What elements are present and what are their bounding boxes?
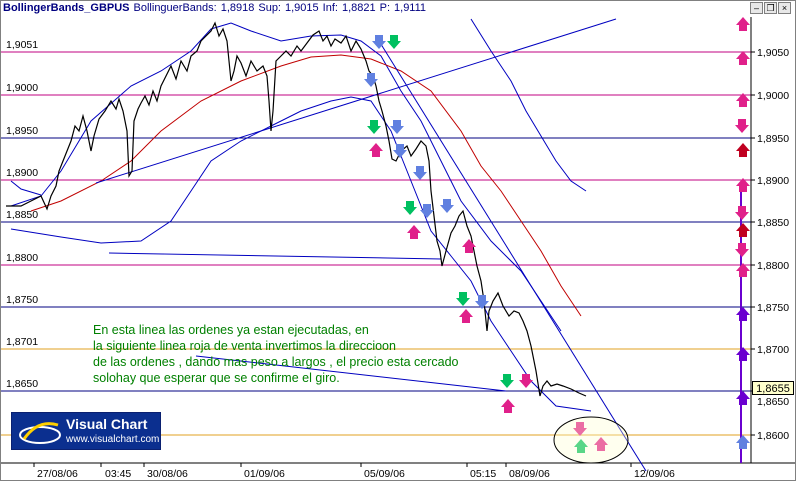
time-label: 01/09/06 xyxy=(244,468,285,480)
minimize-icon: – xyxy=(753,3,759,13)
arrow-down-blue xyxy=(440,199,454,213)
inf-label: Inf: xyxy=(322,2,338,14)
left-price-label: 1,8850 xyxy=(6,209,38,221)
close-icon: × xyxy=(781,3,788,13)
highlight-ellipse xyxy=(553,416,629,464)
arrow-down-blue xyxy=(420,204,434,218)
left-price-label: 1,8701 xyxy=(6,336,38,348)
arrow-up-blue xyxy=(736,435,750,449)
arrow-down-pink xyxy=(735,243,749,257)
sup-label: Sup: xyxy=(258,2,281,14)
last-price-badge: 1,8655 xyxy=(752,381,794,395)
right-price-label: 1,8800 xyxy=(757,260,789,272)
arrow-down-green xyxy=(367,120,381,134)
arrow-up-red xyxy=(736,223,750,237)
sup-value: 1,9015 xyxy=(285,2,319,14)
arrow-down-blue xyxy=(372,35,386,49)
restore-icon: ❐ xyxy=(766,3,775,13)
chart-annotation: En esta linea las ordenes ya estan ejecu… xyxy=(93,322,523,386)
bollinger-band-left xyxy=(10,180,42,196)
left-price-label: 1,8750 xyxy=(6,294,38,306)
left-price-label: 1,8900 xyxy=(6,167,38,179)
arrow-down-green xyxy=(387,35,401,49)
indicator-name: BollingerBands_GBPUS xyxy=(3,2,130,14)
right-price-label: 1,9050 xyxy=(757,47,789,59)
logo-title: Visual Chart xyxy=(66,416,148,432)
arrow-up-pink xyxy=(407,225,421,239)
time-labels: 27/08/06 03:45 30/08/06 01/09/06 05/09/0… xyxy=(37,468,675,480)
arrow-down-pink xyxy=(735,206,749,220)
time-ticks xyxy=(33,463,632,467)
p-label: P: xyxy=(379,2,391,14)
arrow-up-pink xyxy=(501,399,515,413)
indicator-legend: BollingerBands_GBPUS BollinguerBands: 1,89… xyxy=(1,1,795,17)
trend-line-horizontal xyxy=(108,252,442,260)
arrow-up-pink xyxy=(459,309,473,323)
right-price-label: 1,8650 xyxy=(757,396,789,408)
indicator-value: 1,8918 xyxy=(220,2,255,14)
arrow-up-purple xyxy=(736,391,750,405)
arrow-up-pink xyxy=(369,143,383,157)
logo-url: www.visualchart.com xyxy=(66,434,160,445)
right-price-label: 1,8900 xyxy=(757,175,789,187)
price-chart[interactable]: 1,9051 1,9000 1,8950 1,8900 1,8850 1,880… xyxy=(1,1,795,480)
left-price-labels: 1,9051 1,9000 1,8950 1,8900 1,8850 1,880… xyxy=(6,39,38,390)
arrow-down-pink xyxy=(735,119,749,133)
right-price-label: 1,8850 xyxy=(757,217,789,229)
right-price-label: 1,8700 xyxy=(757,344,789,356)
time-label: 08/09/06 xyxy=(509,468,550,480)
arrow-up-pink xyxy=(736,51,750,65)
inf-value: 1,8821 xyxy=(341,2,376,14)
left-price-label: 1,8800 xyxy=(6,252,38,264)
left-price-label: 1,8950 xyxy=(6,125,38,137)
arrow-up-pink xyxy=(736,17,750,31)
left-price-label: 1,9000 xyxy=(6,82,38,94)
visual-chart-logo: Visual Chart www.visualchart.com xyxy=(11,412,161,450)
chart-window[interactable]: 1,9051 1,9000 1,8950 1,8900 1,8850 1,880… xyxy=(0,0,796,481)
annotation-line: solohay que esperar que se confirme el g… xyxy=(93,371,340,385)
right-price-label: 1,8750 xyxy=(757,302,789,314)
right-strip-arrows xyxy=(735,17,750,463)
annotation-line: de las ordenes , dando mas peso a largos… xyxy=(93,355,459,369)
arrow-down-green xyxy=(456,292,470,306)
arrow-down-blue xyxy=(413,166,427,180)
right-price-label: 1,8600 xyxy=(757,430,789,442)
time-label: 05:15 xyxy=(470,468,496,480)
moving-average-line xyxy=(30,54,582,317)
arrow-down-blue xyxy=(390,120,404,134)
right-price-label: 1,9000 xyxy=(757,90,789,102)
time-label: 03:45 xyxy=(105,468,131,480)
arrow-down-green xyxy=(403,201,417,215)
time-label: 27/08/06 xyxy=(37,468,78,480)
arrow-down-blue xyxy=(393,144,407,158)
annotation-line: la siguiente linea roja de venta inverti… xyxy=(93,339,396,353)
p-value: 1,9111 xyxy=(394,2,427,14)
arrow-up-red xyxy=(736,143,750,157)
bollinger-band-right xyxy=(470,18,587,192)
time-label: 05/09/06 xyxy=(364,468,405,480)
close-button[interactable]: × xyxy=(778,2,791,14)
bollinger-upper-band xyxy=(10,22,562,332)
trend-line-ascending xyxy=(95,18,617,184)
time-label: 12/09/06 xyxy=(634,468,675,480)
indicator-label: BollinguerBands: xyxy=(133,2,217,14)
restore-button[interactable]: ❐ xyxy=(764,2,777,14)
right-price-label: 1,8950 xyxy=(757,133,789,145)
logo-swoosh-icon xyxy=(19,422,61,444)
time-label: 30/08/06 xyxy=(147,468,188,480)
arrow-up-purple xyxy=(736,307,750,321)
annotation-line: En esta linea las ordenes ya estan ejecu… xyxy=(93,323,369,337)
left-price-label: 1,8650 xyxy=(6,378,38,390)
signal-arrows xyxy=(364,35,608,453)
left-price-label: 1,9051 xyxy=(6,39,38,51)
minimize-button[interactable]: – xyxy=(750,2,763,14)
